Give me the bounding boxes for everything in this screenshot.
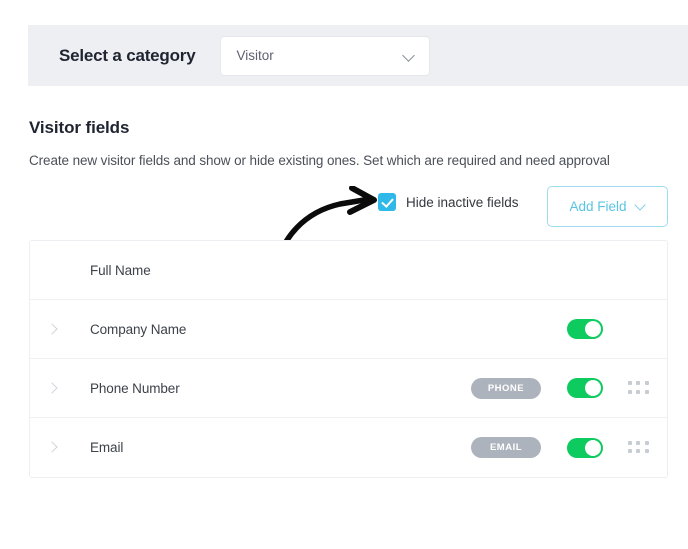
row-expand-toggle[interactable] <box>30 442 74 453</box>
chevron-right-icon <box>47 442 58 453</box>
category-bar: Select a category Visitor <box>28 25 688 86</box>
hide-inactive-fields-checkbox-group[interactable]: Hide inactive fields <box>378 193 519 211</box>
field-name: Email <box>74 440 471 455</box>
field-name: Full Name <box>74 263 471 278</box>
page-root: Select a category Visitor Visitor fields… <box>0 0 688 549</box>
table-row[interactable]: Full Name <box>30 241 667 300</box>
drag-handle-icon[interactable] <box>628 441 650 455</box>
field-active-toggle[interactable] <box>567 438 603 458</box>
hide-inactive-label: Hide inactive fields <box>406 195 519 210</box>
page-title: Visitor fields <box>29 118 129 138</box>
field-active-toggle[interactable] <box>567 319 603 339</box>
drag-handle-icon[interactable] <box>628 381 650 395</box>
category-select[interactable]: Visitor <box>220 36 430 76</box>
table-row[interactable]: Phone Number PHONE <box>30 359 667 418</box>
fields-controls-row: Hide inactive fields Add Field <box>29 186 668 230</box>
page-description: Create new visitor fields and show or hi… <box>29 153 610 168</box>
field-type-badge: PHONE <box>471 378 541 399</box>
field-name: Phone Number <box>74 381 471 396</box>
hide-inactive-checkbox[interactable] <box>378 193 396 211</box>
row-expand-toggle[interactable] <box>30 324 74 335</box>
chevron-down-icon <box>635 201 646 212</box>
field-name: Company Name <box>74 322 471 337</box>
chevron-down-icon <box>403 50 415 62</box>
category-label: Select a category <box>59 46 195 66</box>
field-active-toggle[interactable] <box>567 378 603 398</box>
row-expand-toggle[interactable] <box>30 383 74 394</box>
add-field-button[interactable]: Add Field <box>547 186 668 227</box>
category-select-value: Visitor <box>236 48 273 63</box>
add-field-label: Add Field <box>569 199 626 214</box>
field-type-badge: EMAIL <box>471 437 541 458</box>
chevron-right-icon <box>47 383 58 394</box>
fields-table: Full Name Company Name Phone Number PHON <box>29 240 668 478</box>
table-row[interactable]: Company Name <box>30 300 667 359</box>
chevron-right-icon <box>47 324 58 335</box>
table-row[interactable]: Email EMAIL <box>30 418 667 477</box>
